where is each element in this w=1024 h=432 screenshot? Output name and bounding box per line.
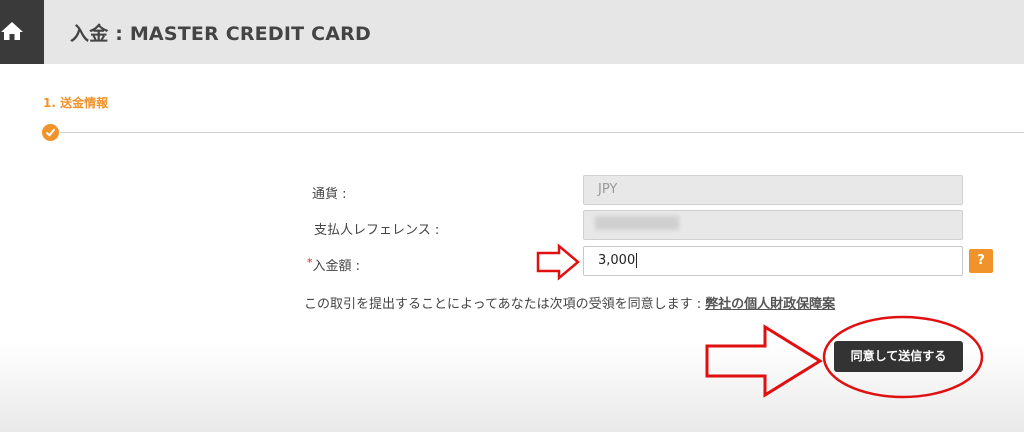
arrow-annotation-amount [536, 243, 580, 281]
annotation-overlay [536, 243, 984, 399]
circle-annotation-submit [822, 315, 984, 399]
arrow-annotation-submit [705, 324, 823, 398]
